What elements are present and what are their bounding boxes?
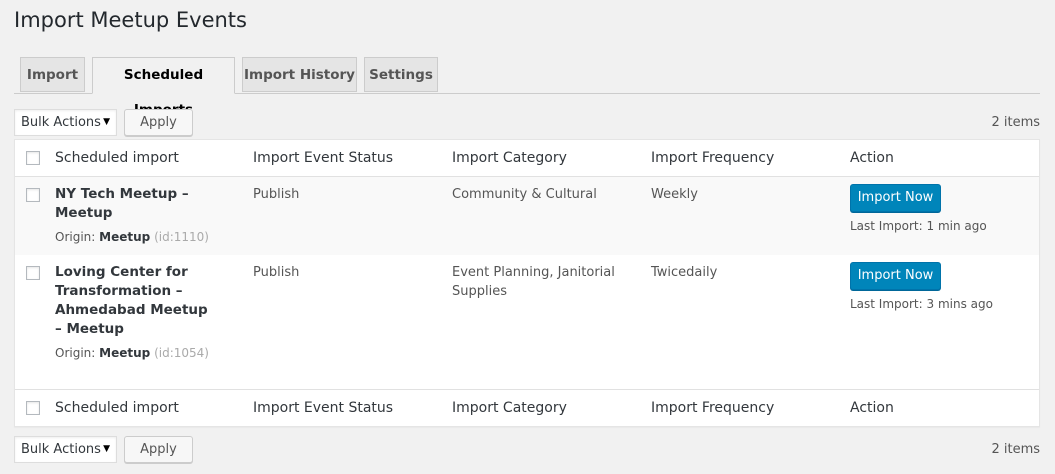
origin-value: Meetup: [99, 230, 151, 244]
scheduled-import-cell: NY Tech Meetup – Meetup Origin: Meetup (…: [55, 185, 235, 247]
last-import-text: Last Import: 1 min ago: [850, 219, 987, 233]
bulk-actions-select[interactable]: Bulk Actions ▼: [14, 109, 117, 136]
column-import-frequency: Import Frequency: [651, 400, 775, 416]
bulk-actions-label: Bulk Actions: [21, 115, 101, 130]
origin-line: Origin: Meetup (id:1110): [55, 228, 235, 247]
apply-button[interactable]: Apply: [124, 109, 193, 136]
apply-button[interactable]: Apply: [124, 436, 193, 463]
import-now-button[interactable]: Import Now: [850, 262, 941, 290]
bulk-actions-select[interactable]: Bulk Actions ▼: [14, 436, 117, 463]
frequency-cell: Weekly: [651, 187, 698, 202]
origin-line: Origin: Meetup (id:1054): [55, 344, 215, 363]
dropdown-arrow-icon: ▼: [103, 444, 110, 454]
page-title: Import Meetup Events: [14, 8, 247, 32]
tab-scheduled-imports[interactable]: Scheduled Imports: [92, 57, 235, 118]
column-import-event-status: Import Event Status: [253, 150, 394, 166]
origin-label: Origin:: [55, 346, 96, 360]
scheduled-imports-table: Scheduled import Import Event Status Imp…: [14, 139, 1040, 427]
column-import-frequency: Import Frequency: [651, 150, 775, 166]
column-scheduled-import[interactable]: Scheduled import: [55, 150, 235, 166]
row-checkbox[interactable]: [26, 266, 40, 280]
table-footer: Scheduled import Import Event Status Imp…: [15, 389, 1039, 426]
last-import-text: Last Import: 3 mins ago: [850, 297, 993, 311]
event-status-cell: Publish: [253, 187, 300, 202]
import-title-link[interactable]: Loving Center for Transformation – Ahmed…: [55, 263, 215, 339]
scheduled-import-cell: Loving Center for Transformation – Ahmed…: [55, 263, 215, 363]
action-cell: Import Now Last Import: 3 mins ago: [850, 262, 993, 314]
action-cell: Import Now Last Import: 1 min ago: [850, 184, 987, 236]
table-header: Scheduled import Import Event Status Imp…: [15, 140, 1039, 177]
column-scheduled-import[interactable]: Scheduled import: [55, 400, 235, 416]
column-import-category: Import Category: [452, 400, 567, 416]
dropdown-arrow-icon: ▼: [103, 117, 110, 127]
tablenav-bottom: Bulk Actions ▼ Apply 2 items: [14, 436, 1040, 464]
items-count: 2 items: [991, 115, 1040, 130]
items-count: 2 items: [991, 442, 1040, 457]
bulk-actions-label: Bulk Actions: [21, 442, 101, 457]
category-cell: Event Planning, Janitorial Supplies: [452, 265, 615, 299]
category-cell: Community & Cultural: [452, 187, 597, 202]
row-checkbox[interactable]: [26, 188, 40, 202]
table-row: Loving Center for Transformation – Ahmed…: [15, 255, 1039, 389]
column-import-event-status: Import Event Status: [253, 400, 394, 416]
select-all-checkbox[interactable]: [26, 151, 40, 165]
column-action: Action: [850, 150, 894, 166]
select-all-checkbox[interactable]: [26, 401, 40, 415]
origin-value: Meetup: [99, 346, 151, 360]
column-action: Action: [850, 400, 894, 416]
column-import-category: Import Category: [452, 150, 567, 166]
import-now-button[interactable]: Import Now: [850, 184, 941, 212]
import-title-link[interactable]: NY Tech Meetup – Meetup: [55, 185, 235, 223]
tab-settings[interactable]: Settings: [364, 57, 438, 92]
import-id: (id:1110): [154, 230, 209, 244]
tablenav-top: Bulk Actions ▼ Apply 2 items: [14, 109, 1040, 137]
table-row: NY Tech Meetup – Meetup Origin: Meetup (…: [15, 177, 1039, 255]
frequency-cell: Twicedaily: [651, 265, 718, 280]
tab-import[interactable]: Import: [20, 57, 85, 92]
nav-tabs: Import Scheduled Imports Import History …: [14, 57, 1040, 118]
tab-import-history[interactable]: Import History: [242, 57, 357, 92]
import-id: (id:1054): [154, 346, 209, 360]
event-status-cell: Publish: [253, 265, 300, 280]
origin-label: Origin:: [55, 230, 96, 244]
